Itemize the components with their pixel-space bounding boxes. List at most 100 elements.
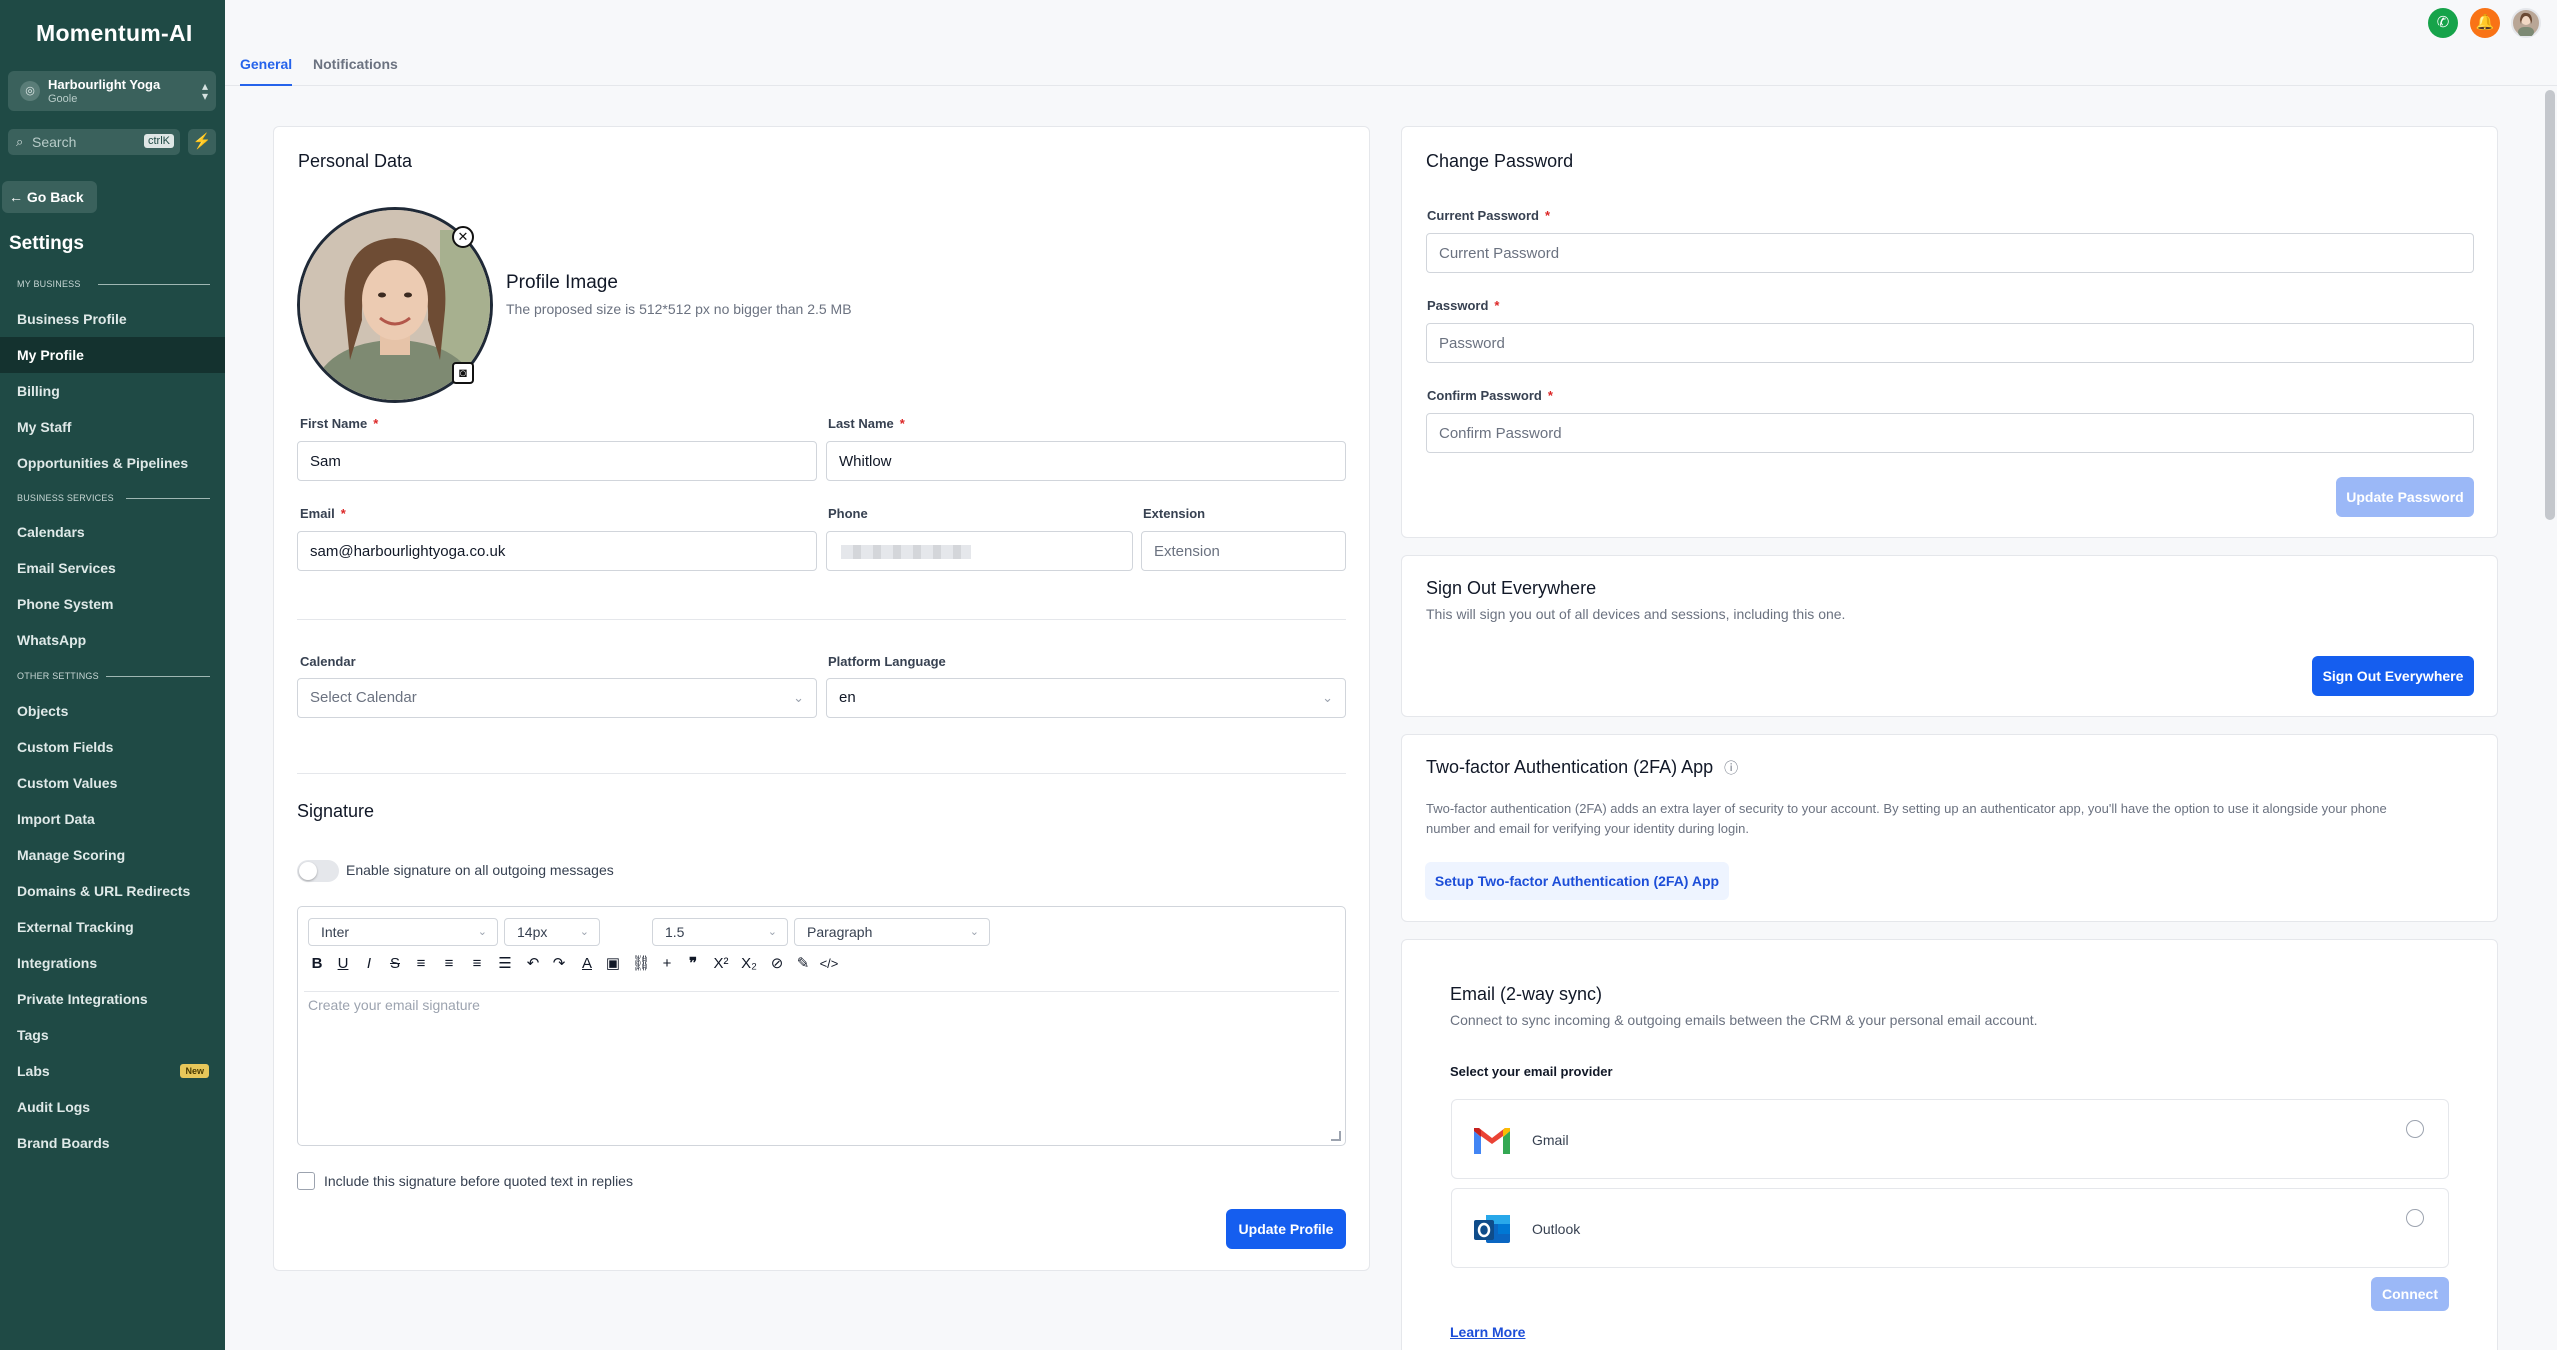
italic-icon[interactable]: I	[358, 953, 380, 975]
sidebar-item-phone-system[interactable]: Phone System	[0, 586, 225, 622]
section-my-business: MY BUSINESS	[17, 279, 81, 289]
account-avatar-icon: ◎	[20, 81, 40, 101]
sidebar-item-objects[interactable]: Objects	[0, 693, 225, 729]
remove-image-icon[interactable]: ✕	[452, 226, 474, 248]
section-divider	[126, 498, 210, 499]
tabs-divider	[225, 85, 2557, 86]
sidebar-item-tags[interactable]: Tags	[0, 1017, 225, 1053]
last-name-field[interactable]	[826, 441, 1346, 481]
bold-icon[interactable]: B	[306, 953, 328, 975]
align-justify-icon[interactable]: ☰	[494, 953, 516, 975]
sign-out-everywhere-button[interactable]: Sign Out Everywhere	[2312, 656, 2474, 696]
strikethrough-icon[interactable]: S	[384, 953, 406, 975]
align-right-icon[interactable]: ≡	[466, 953, 488, 975]
resize-handle-icon[interactable]	[1331, 1131, 1341, 1141]
tab-notifications[interactable]: Notifications	[313, 56, 398, 72]
update-password-button[interactable]: Update Password	[2336, 477, 2474, 517]
sidebar-item-custom-fields[interactable]: Custom Fields	[0, 729, 225, 765]
font-family-select[interactable]: Inter ⌄	[308, 918, 498, 946]
sidebar-item-import-data[interactable]: Import Data	[0, 801, 225, 837]
sidebar-item-billing[interactable]: Billing	[0, 373, 225, 409]
account-switcher[interactable]: ◎ Harbourlight Yoga Goole ▴ ▾	[8, 71, 216, 111]
plus-icon[interactable]: +	[656, 953, 678, 975]
font-size-select[interactable]: 14px ⌄	[504, 918, 600, 946]
sidebar: Momentum-AI ◎ Harbourlight Yoga Goole ▴ ▾…	[0, 0, 225, 1350]
align-center-icon[interactable]: ≡	[438, 953, 460, 975]
camera-icon[interactable]: ◙	[452, 362, 474, 384]
email-field[interactable]	[297, 531, 817, 571]
provider-gmail[interactable]: Gmail	[1451, 1099, 2449, 1179]
current-password-field[interactable]	[1426, 233, 2474, 273]
signature-toggle[interactable]	[297, 860, 339, 882]
calendar-select[interactable]: Select Calendar ⌄	[297, 678, 817, 718]
phone-icon[interactable]: ✆	[2428, 8, 2458, 38]
sidebar-item-custom-values[interactable]: Custom Values	[0, 765, 225, 801]
language-select-value: en	[839, 689, 856, 706]
sidebar-item-opportunities[interactable]: Opportunities & Pipelines	[0, 445, 225, 481]
sidebar-item-my-profile[interactable]: My Profile	[0, 337, 225, 373]
sidebar-item-calendars[interactable]: Calendars	[0, 514, 225, 550]
quote-icon[interactable]: ❞	[682, 953, 704, 975]
profile-image-title: Profile Image	[506, 272, 618, 293]
sidebar-item-manage-scoring[interactable]: Manage Scoring	[0, 837, 225, 873]
sidebar-item-audit-logs[interactable]: Audit Logs	[0, 1089, 225, 1125]
sidebar-item-whatsapp[interactable]: WhatsApp	[0, 622, 225, 658]
superscript-icon[interactable]: X²	[710, 953, 732, 975]
chevron-down-icon: ⌄	[579, 926, 589, 938]
sidebar-search[interactable]: ⌕ ctrlK	[8, 129, 180, 155]
line-height-value: 1.5	[665, 924, 685, 940]
code-icon[interactable]: </>	[818, 953, 840, 975]
info-icon[interactable]: ⓘ	[1724, 760, 1738, 776]
underline-icon[interactable]: U	[332, 953, 354, 975]
go-back-button[interactable]: ← Go Back	[2, 181, 97, 213]
undo-icon[interactable]: ↶	[522, 953, 544, 975]
provider-radio[interactable]	[2406, 1209, 2424, 1227]
confirm-password-field[interactable]	[1426, 413, 2474, 453]
sidebar-item-private-integrations[interactable]: Private Integrations	[0, 981, 225, 1017]
provider-radio[interactable]	[2406, 1120, 2424, 1138]
provider-outlook[interactable]: Outlook	[1451, 1188, 2449, 1268]
language-select[interactable]: en ⌄	[826, 678, 1346, 718]
redo-icon[interactable]: ↷	[548, 953, 570, 975]
link-icon[interactable]: ⛓	[630, 953, 652, 975]
email-sync-description: Connect to sync incoming & outgoing emai…	[1450, 1012, 2038, 1028]
align-left-icon[interactable]: ≡	[410, 953, 432, 975]
first-name-field[interactable]	[297, 441, 817, 481]
signature-placeholder[interactable]: Create your email signature	[308, 997, 480, 1013]
sidebar-item-integrations[interactable]: Integrations	[0, 945, 225, 981]
line-height-select[interactable]: 1.5 ⌄	[652, 918, 788, 946]
sidebar-item-labs[interactable]: Labs New	[0, 1053, 225, 1089]
two-factor-description: Two-factor authentication (2FA) adds an …	[1426, 801, 2387, 836]
sidebar-item-external-tracking[interactable]: External Tracking	[0, 909, 225, 945]
sidebar-item-email-services[interactable]: Email Services	[0, 550, 225, 586]
quick-action-bolt-icon[interactable]: ⚡	[188, 129, 216, 155]
setup-2fa-button[interactable]: Setup Two-factor Authentication (2FA) Ap…	[1425, 862, 1729, 900]
provider-name: Gmail	[1532, 1132, 1569, 1148]
learn-more-link[interactable]: Learn More	[1450, 1324, 1525, 1340]
sidebar-item-label: Labs	[17, 1063, 50, 1079]
phone-field[interactable]	[826, 531, 1133, 571]
text-color-icon[interactable]: A	[576, 953, 598, 975]
block-format-select[interactable]: Paragraph ⌄	[794, 918, 990, 946]
subscript-icon[interactable]: X₂	[738, 953, 760, 975]
tab-general[interactable]: General	[240, 56, 292, 72]
connect-button[interactable]: Connect	[2371, 1277, 2449, 1311]
confirm-password-label: Confirm Password *	[1427, 388, 1553, 403]
include-signature-checkbox[interactable]	[297, 1172, 315, 1190]
chevron-down-icon: ⌄	[767, 926, 777, 938]
update-profile-button[interactable]: Update Profile	[1226, 1209, 1346, 1249]
bell-icon[interactable]: 🔔	[2470, 8, 2500, 38]
sidebar-item-my-staff[interactable]: My Staff	[0, 409, 225, 445]
page-scrollbar[interactable]	[2545, 90, 2555, 520]
sidebar-item-business-profile[interactable]: Business Profile	[0, 301, 225, 337]
password-field[interactable]	[1426, 323, 2474, 363]
search-input[interactable]	[32, 132, 142, 152]
search-icon: ⌕	[16, 134, 24, 149]
sidebar-item-domains[interactable]: Domains & URL Redirects	[0, 873, 225, 909]
user-avatar[interactable]	[2511, 8, 2541, 38]
highlight-icon[interactable]: ✎	[792, 953, 814, 975]
extension-field[interactable]	[1141, 531, 1346, 571]
image-icon[interactable]: ▣	[602, 953, 624, 975]
sidebar-item-brand-boards[interactable]: Brand Boards	[0, 1125, 225, 1161]
clear-format-icon[interactable]: ⊘	[766, 953, 788, 975]
